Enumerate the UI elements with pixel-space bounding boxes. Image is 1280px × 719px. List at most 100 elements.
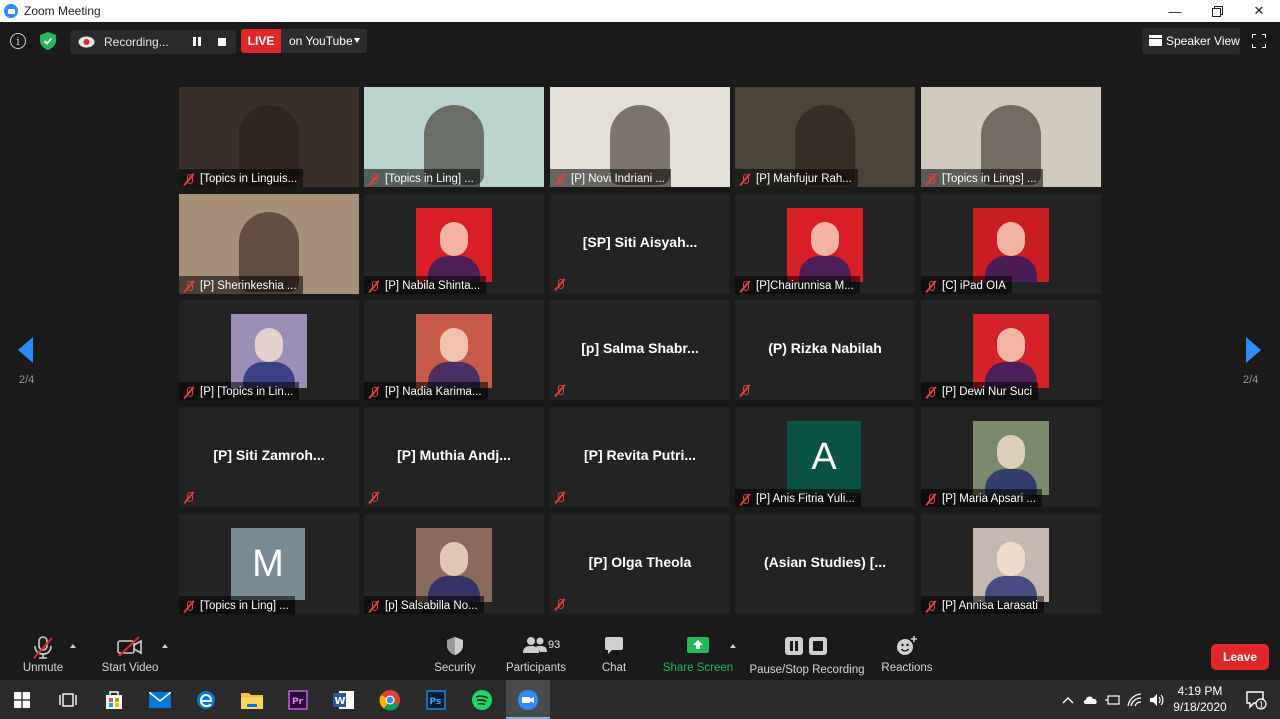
participant-name: (P) Rizka Nabilah xyxy=(768,340,882,356)
unmute-button[interactable]: Unmute xyxy=(18,628,68,680)
photoshop-icon[interactable]: Ps xyxy=(414,680,458,719)
participants-button[interactable]: 93 Participants xyxy=(505,628,567,680)
svg-text:W: W xyxy=(335,696,346,707)
clock-time: 4:19 PM xyxy=(1177,684,1223,698)
participant-tile[interactable]: [P] Mahfujur Rah... xyxy=(735,87,915,187)
muted-microphone-icon xyxy=(183,173,195,186)
reactions-button[interactable]: Reactions xyxy=(880,628,934,680)
share-options-chevron-icon[interactable] xyxy=(730,644,736,648)
participant-tile[interactable]: [SP] Siti Aisyah... xyxy=(550,194,730,294)
participant-name: [Topics in Ling] ... xyxy=(200,600,289,612)
taskbar-clock[interactable]: 4:19 PM 9/18/2020 xyxy=(1168,683,1232,715)
muted-microphone-icon xyxy=(925,386,937,399)
premiere-pro-icon[interactable]: Pr xyxy=(276,680,320,719)
speaker-view-icon xyxy=(1149,35,1162,46)
microsoft-store-icon[interactable] xyxy=(92,680,136,719)
participant-profile-photo xyxy=(416,314,492,388)
next-page-arrow-icon[interactable] xyxy=(1246,337,1261,363)
windows-start-icon[interactable] xyxy=(0,680,44,719)
muted-microphone-icon xyxy=(739,493,751,506)
participant-tile[interactable]: [P] Siti Zamroh... xyxy=(179,407,359,507)
participant-tile[interactable]: (Asian Studies) [... xyxy=(735,514,915,614)
recording-indicator: Recording... xyxy=(70,30,236,54)
page-indicator-right: 2/4 xyxy=(1243,374,1259,386)
word-icon[interactable]: W xyxy=(322,680,366,719)
participant-tile[interactable]: [P] Maria Apsari ... xyxy=(921,407,1101,507)
participant-tile[interactable]: [p] Salma Shabr... xyxy=(550,300,730,400)
participant-tile[interactable]: [Topics in Linguis... xyxy=(179,87,359,187)
network-adapter-icon[interactable] xyxy=(1105,693,1121,707)
muted-microphone-icon xyxy=(554,598,566,611)
pause-stop-recording-button[interactable]: Pause/Stop Recording xyxy=(748,628,866,680)
participant-tile[interactable]: [P] Muthia Andj... xyxy=(364,407,544,507)
participant-tile[interactable]: [P] Nadia Karima... xyxy=(364,300,544,400)
participant-tile[interactable]: [P] Sherinkeshia ... xyxy=(179,194,359,294)
participant-name: [P] Siti Zamroh... xyxy=(213,447,325,463)
minimize-icon[interactable]: — xyxy=(1154,0,1196,22)
edge-browser-icon[interactable] xyxy=(184,680,228,719)
participant-name: [P] Nadia Karima... xyxy=(385,386,482,398)
muted-microphone-icon xyxy=(183,491,195,504)
muted-microphone-icon xyxy=(739,173,751,186)
mail-icon[interactable] xyxy=(138,680,182,719)
video-options-chevron-icon[interactable] xyxy=(162,644,168,648)
participant-tile[interactable]: [Topics in Lings] ... xyxy=(921,87,1101,187)
participant-name: [P] Maria Apsari ... xyxy=(942,493,1036,505)
security-button[interactable]: Security xyxy=(430,628,480,680)
volume-icon[interactable] xyxy=(1149,693,1165,707)
participant-label: [P] Maria Apsari ... xyxy=(921,489,1042,507)
participant-label: [P] [Topics in Lin... xyxy=(179,382,300,400)
participant-tile[interactable]: [P]Chairunnisa M... xyxy=(735,194,915,294)
participant-tile[interactable]: [P] [Topics in Lin... xyxy=(179,300,359,400)
stop-recording-icon[interactable] xyxy=(218,38,226,46)
participant-tile[interactable]: [P] Annisa Larasati xyxy=(921,514,1101,614)
previous-page-arrow-icon[interactable] xyxy=(18,337,33,363)
speaker-view-button[interactable]: Speaker View xyxy=(1142,28,1240,54)
action-center-notifications-icon[interactable]: 1 xyxy=(1236,680,1276,719)
windows-taskbar: Pr W Ps 4:19 PM 9/18/2020 1 xyxy=(0,680,1280,719)
wifi-icon[interactable] xyxy=(1127,692,1143,707)
pause-stop-icon xyxy=(785,637,827,655)
participant-name: [P] Sherinkeshia ... xyxy=(200,280,297,292)
close-icon[interactable]: ✕ xyxy=(1238,0,1280,22)
participant-tile[interactable]: [p] Salsabilla No... xyxy=(364,514,544,614)
participant-tile[interactable]: [Topics in Ling] ... xyxy=(364,87,544,187)
participant-tile[interactable]: A [P] Anis Fitria Yuli... xyxy=(735,407,915,507)
file-explorer-icon[interactable] xyxy=(230,680,274,719)
muted-microphone-icon xyxy=(925,173,937,186)
chat-button[interactable]: Chat xyxy=(594,628,634,680)
share-screen-button[interactable]: Share Screen xyxy=(662,628,734,680)
participant-tile[interactable]: M [Topics in Ling] ... xyxy=(179,514,359,614)
chevron-down-icon[interactable] xyxy=(354,38,360,43)
start-video-button[interactable]: Start Video xyxy=(98,628,162,680)
spotify-icon[interactable] xyxy=(460,680,504,719)
participant-label: [P] Sherinkeshia ... xyxy=(179,276,303,294)
participant-tile[interactable]: (P) Rizka Nabilah xyxy=(735,300,915,400)
pause-recording-icon[interactable] xyxy=(192,37,202,47)
participants-count: 93 xyxy=(548,639,561,651)
clock-date: 9/18/2020 xyxy=(1173,700,1227,714)
security-shield-icon[interactable] xyxy=(40,32,56,50)
participant-name: [p] Salsabilla No... xyxy=(385,600,478,612)
restore-icon[interactable] xyxy=(1196,0,1238,22)
participant-profile-photo xyxy=(231,314,307,388)
participant-tile[interactable]: [P] Dewi Nur Suci xyxy=(921,300,1101,400)
task-view-icon[interactable] xyxy=(46,680,90,719)
zoom-taskbar-icon[interactable] xyxy=(506,680,550,719)
participant-tile[interactable]: [P] Revita Putri... xyxy=(550,407,730,507)
participant-tile[interactable]: [P] Novi Indriani ... xyxy=(550,87,730,187)
participant-tile[interactable]: [P] Olga Theola xyxy=(550,514,730,614)
show-hidden-icons-chevron-icon[interactable] xyxy=(1062,696,1074,704)
muted-microphone-icon xyxy=(554,278,566,291)
fullscreen-icon[interactable] xyxy=(1252,34,1266,48)
info-icon[interactable]: i xyxy=(10,33,26,49)
live-stream-control[interactable]: LIVE on YouTube xyxy=(241,29,367,53)
chrome-browser-icon[interactable] xyxy=(368,680,412,719)
audio-options-chevron-icon[interactable] xyxy=(70,644,76,648)
leave-button[interactable]: Leave xyxy=(1211,644,1269,670)
participant-tile[interactable]: [P] Nabila Shinta... xyxy=(364,194,544,294)
participant-avatar: M xyxy=(231,528,305,600)
onedrive-icon[interactable] xyxy=(1082,694,1099,705)
participant-tile[interactable]: [C] iPad OIA xyxy=(921,194,1101,294)
participant-label: [P] Dewi Nur Suci xyxy=(921,382,1039,400)
